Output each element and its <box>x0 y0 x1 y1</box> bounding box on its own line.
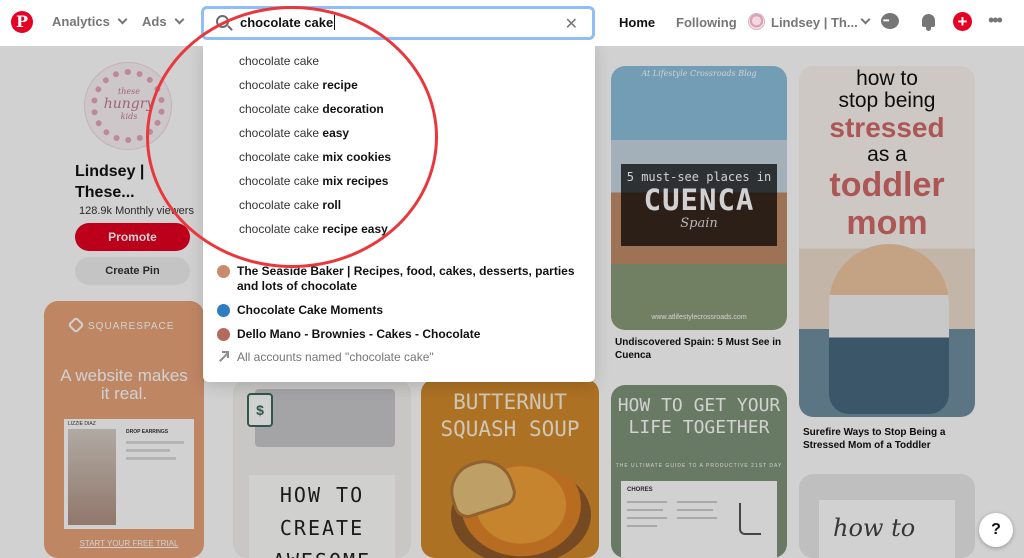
account-avatar <box>217 328 230 341</box>
account-avatar <box>217 304 230 317</box>
suggestion-item[interactable]: chocolate cake roll <box>239 198 341 212</box>
clear-icon[interactable]: ✕ <box>565 14 578 34</box>
nav-account[interactable]: Lindsey | Th... <box>771 15 858 30</box>
search-input[interactable]: chocolate cake <box>240 15 336 30</box>
account-name: Dello Mano - Brownies - Cakes - Chocolat… <box>237 327 481 341</box>
notifications-bell-icon[interactable] <box>919 12 939 32</box>
text-caret <box>334 15 336 30</box>
account-avatar[interactable] <box>748 13 765 30</box>
arrow-up-right-icon <box>217 351 229 363</box>
account-avatar <box>217 265 230 278</box>
pinterest-logo-icon[interactable]: P <box>11 11 33 33</box>
account-result[interactable]: Chocolate Cake Moments <box>217 303 577 318</box>
analytics-menu[interactable]: Analytics <box>52 14 128 29</box>
all-accounts-link[interactable]: All accounts named "chocolate cake" <box>217 350 434 364</box>
suggestion-item[interactable]: chocolate cake easy <box>239 126 349 140</box>
search-bar[interactable]: chocolate cake ✕ <box>201 6 595 40</box>
account-name: The Seaside Baker | Recipes, food, cakes… <box>237 264 575 293</box>
account-result[interactable]: The Seaside Baker | Recipes, food, cakes… <box>217 264 577 294</box>
suggestion-item[interactable]: chocolate cake mix cookies <box>239 150 391 164</box>
more-options-icon[interactable]: ••• <box>988 10 1003 31</box>
nav-home[interactable]: Home <box>619 15 655 30</box>
account-result[interactable]: Dello Mano - Brownies - Cakes - Chocolat… <box>217 327 577 342</box>
suggestion-item[interactable]: chocolate cake recipe easy <box>239 222 388 236</box>
suggestion-item[interactable]: chocolate cake recipe <box>239 78 358 92</box>
analytics-menu-label: Analytics <box>52 14 110 29</box>
search-input-value: chocolate cake <box>240 15 334 30</box>
top-bar: P Analytics Ads chocolate cake ✕ Home Fo… <box>0 0 1024 46</box>
search-icon <box>216 15 229 28</box>
ads-menu[interactable]: Ads <box>142 14 185 29</box>
nav-following[interactable]: Following <box>676 15 737 30</box>
chevron-down-icon[interactable] <box>860 14 871 25</box>
suggestion-item[interactable]: chocolate cake decoration <box>239 102 384 116</box>
create-plus-icon[interactable]: + <box>953 12 972 31</box>
help-button[interactable]: ? <box>979 513 1013 547</box>
chevron-down-icon <box>174 14 185 25</box>
search-suggestions-dropdown: chocolate cake chocolate cake recipe cho… <box>203 41 595 382</box>
messages-icon[interactable] <box>880 12 900 32</box>
all-accounts-label: All accounts named "chocolate cake" <box>237 350 434 364</box>
account-name: Chocolate Cake Moments <box>237 303 384 317</box>
suggestion-item[interactable]: chocolate cake mix recipes <box>239 174 388 188</box>
ads-menu-label: Ads <box>142 14 167 29</box>
suggestion-item[interactable]: chocolate cake <box>239 54 319 68</box>
chevron-down-icon <box>117 14 128 25</box>
